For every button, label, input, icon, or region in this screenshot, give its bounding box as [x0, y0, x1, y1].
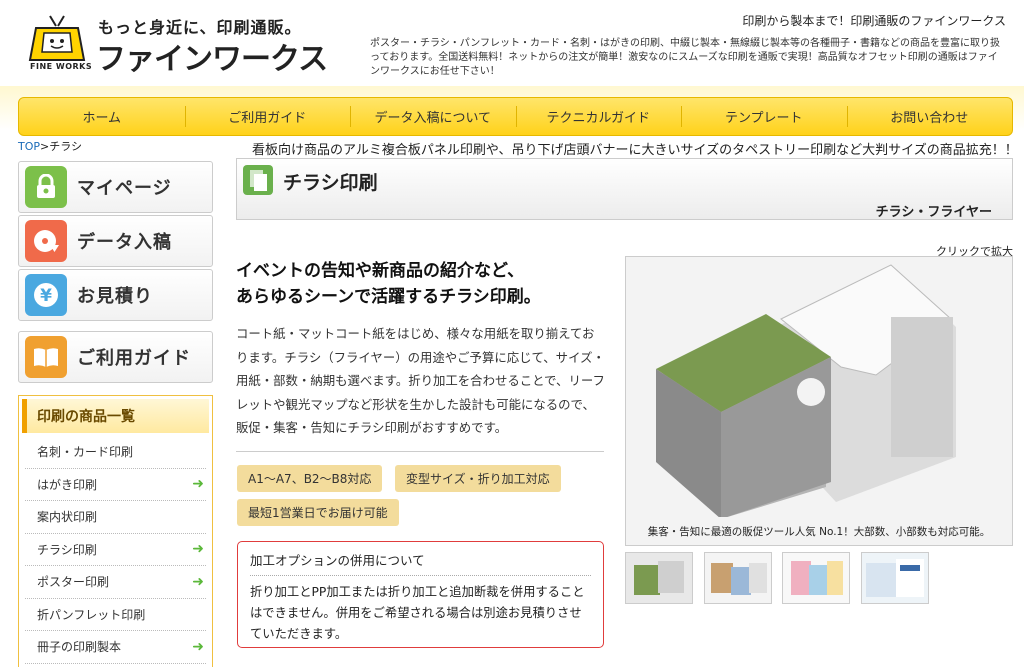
- arrow-right-icon: ➜: [192, 638, 204, 655]
- nav-data-submission[interactable]: データ入稿について: [350, 98, 516, 135]
- product-item-invitations[interactable]: 案内状印刷: [25, 501, 206, 534]
- arrow-right-icon: ➜: [192, 541, 204, 558]
- notice-title: 加工オプションの併用について: [250, 550, 591, 576]
- divider: [236, 451, 604, 452]
- breadcrumb-current: チラシ: [49, 140, 83, 153]
- logo-wordmark: FINE WORKS: [30, 62, 93, 71]
- notice-body: 折り加工とPP加工または折り加工と追加断裁を併用することはできません。併用をご希…: [250, 585, 585, 641]
- header-catchphrase: 印刷から製本まで！印刷通販のファインワークス: [742, 14, 1006, 28]
- product-item-label: 冊子の印刷製本: [37, 640, 122, 655]
- site-header: FINE WORKS もっと身近に、印刷通販。 ファインワークス 印刷から製本ま…: [0, 0, 1024, 92]
- nav-templates[interactable]: テンプレート: [681, 98, 847, 135]
- product-item-label: 折パンフレット印刷: [37, 607, 146, 622]
- feature-tag-custom: 変型サイズ・折り加工対応: [395, 465, 561, 492]
- nav-guide[interactable]: ご利用ガイド: [184, 98, 351, 135]
- yen-icon: ¥: [25, 274, 67, 316]
- global-nav: ホーム ご利用ガイド データ入稿について テクニカルガイド テンプレート お問い…: [18, 97, 1013, 136]
- flyer-icon: [243, 165, 273, 195]
- lock-icon: [25, 166, 67, 208]
- product-list: 印刷の商品一覧 名刺・カード印刷 はがき印刷 ➜ 案内状印刷 チラシ印刷 ➜ ポスタ…: [18, 395, 213, 667]
- book-icon: [25, 336, 67, 378]
- sidebar-data-upload-button[interactable]: データ入稿: [18, 215, 213, 267]
- product-item-flyers[interactable]: チラシ印刷 ➜: [25, 534, 206, 566]
- feature-tag-delivery: 最短1営業日でお届け可能: [237, 499, 399, 526]
- processing-option-notice: 加工オプションの併用について 折り加工とPP加工または折り加工と追加断裁を併用す…: [237, 541, 604, 648]
- sidebar-estimate-label: お見積り: [77, 286, 153, 307]
- page-title-box: チラシ印刷 チラシ・フライヤー: [236, 158, 1013, 220]
- arrow-right-icon: ➜: [192, 476, 204, 493]
- sidebar-guide-button[interactable]: ご利用ガイド: [18, 331, 213, 383]
- nav-contact[interactable]: お問い合わせ: [846, 98, 1013, 135]
- thumbnail-3[interactable]: [782, 552, 850, 604]
- sidebar-mypage-label: マイページ: [77, 178, 172, 199]
- product-item-label: 名刺・カード印刷: [37, 445, 134, 460]
- brand-name[interactable]: ファインワークス: [96, 34, 328, 78]
- thumbnail-1[interactable]: [625, 552, 693, 604]
- product-item-booklets[interactable]: 冊子の印刷製本 ➜: [25, 631, 206, 664]
- product-item-business-cards[interactable]: 名刺・カード印刷: [25, 436, 206, 469]
- product-item-label: チラシ印刷: [37, 542, 97, 557]
- sidebar-estimate-button[interactable]: ¥ お見積り: [18, 269, 213, 321]
- page-subtitle: チラシ・フライヤー: [875, 205, 992, 220]
- arrow-right-icon: ➜: [192, 573, 204, 590]
- lead-heading: イベントの告知や新商品の紹介など、 あらゆるシーンで活躍するチラシ印刷。: [236, 258, 541, 310]
- nav-home[interactable]: ホーム: [19, 98, 185, 135]
- page-title: チラシ印刷: [283, 172, 378, 194]
- breadcrumb: TOP>チラシ: [18, 138, 82, 154]
- flyer-stack-illustration: [656, 264, 956, 519]
- sidebar-mypage-button[interactable]: マイページ: [18, 161, 213, 213]
- thumbnail-4[interactable]: [861, 552, 929, 604]
- product-item-label: はがき印刷: [37, 477, 98, 492]
- image-caption: 集客・告知に最適の販促ツール人気 No.1！大部数、小部数も対応可能。: [647, 526, 991, 538]
- product-item-folded-pamphlets[interactable]: 折パンフレット印刷: [25, 599, 206, 631]
- header-description: ポスター・チラシ・パンフレット・カード・名刺・はがきの印刷、中綴じ製本・無線綴じ…: [370, 38, 1000, 77]
- lead-line-2: あらゆるシーンで活躍するチラシ印刷。: [236, 287, 541, 307]
- product-item-postcards[interactable]: はがき印刷 ➜: [25, 469, 206, 501]
- product-description: コート紙・マットコート紙をはじめ、様々な用紙を取り揃えております。チラシ（フライ…: [236, 326, 605, 435]
- thumbnail-2[interactable]: [704, 552, 772, 604]
- product-item-label: 案内状印刷: [37, 510, 98, 525]
- lead-line-1: イベントの告知や新商品の紹介など、: [236, 261, 525, 281]
- product-list-heading: 印刷の商品一覧: [22, 399, 209, 433]
- feature-tag-sizes: A1〜A7、B2〜B8対応: [237, 465, 383, 492]
- product-main-image[interactable]: 集客・告知に最適の販促ツール人気 No.1！大部数、小部数も対応可能。: [625, 256, 1013, 546]
- sidebar-guide-label: ご利用ガイド: [77, 348, 191, 369]
- svg-text:¥: ¥: [40, 286, 52, 306]
- nav-technical-guide[interactable]: テクニカルガイド: [515, 98, 682, 135]
- product-item-posters[interactable]: ポスター印刷 ➜: [25, 566, 206, 599]
- sidebar-data-upload-label: データ入稿: [77, 232, 172, 253]
- breadcrumb-top-link[interactable]: TOP: [18, 140, 40, 153]
- product-item-label: ポスター印刷: [37, 575, 110, 590]
- news-ticker[interactable]: 看板向け商品のアルミ複合板パネル印刷や、吊り下げ店頭バナーに大きいサイズのタペス…: [252, 139, 1018, 158]
- disc-icon: [25, 220, 67, 262]
- breadcrumb-separator: >: [40, 140, 50, 153]
